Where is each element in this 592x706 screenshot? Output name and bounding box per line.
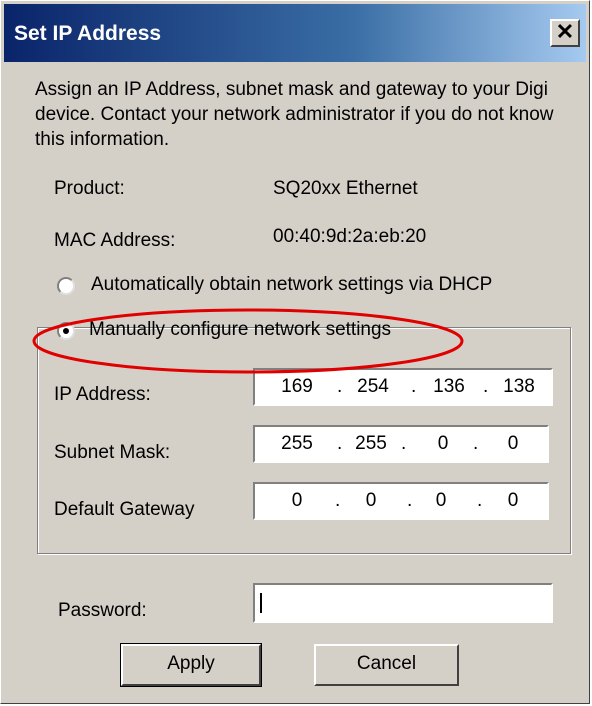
subnet-octet-2[interactable]: 255 (349, 433, 393, 455)
ip-address-label: IP Address: (54, 384, 151, 405)
ip-octet-1[interactable]: 169 (275, 376, 319, 398)
subnet-octet-1[interactable]: 255 (275, 433, 319, 455)
gateway-separator: . (407, 490, 413, 511)
gateway-octet-4[interactable]: 0 (491, 490, 535, 512)
manual-radio[interactable] (57, 322, 75, 340)
dhcp-radio-label[interactable]: Automatically obtain network settings vi… (91, 274, 492, 296)
close-icon[interactable]: ✕ (550, 19, 580, 47)
gateway-separator: . (477, 490, 483, 511)
apply-button[interactable]: Apply (120, 643, 262, 687)
title-bar[interactable]: Set IP Address ✕ (4, 4, 586, 62)
subnet-separator: . (401, 433, 407, 454)
cancel-button[interactable]: Cancel (314, 644, 459, 686)
mac-address-label: MAC Address: (54, 230, 176, 251)
radio-selected-dot (63, 328, 69, 334)
gateway-octet-3[interactable]: 0 (419, 490, 463, 512)
mac-address-value: 00:40:9d:2a:eb:20 (273, 226, 427, 247)
password-input[interactable] (253, 583, 553, 623)
subnet-separator: . (473, 433, 479, 454)
ip-address-field[interactable]: 169 . 254 . 136 . 138 (253, 368, 553, 406)
subnet-mask-label: Subnet Mask: (54, 442, 171, 463)
subnet-separator: . (337, 433, 343, 454)
subnet-octet-3[interactable]: 0 (421, 433, 465, 455)
default-gateway-field[interactable]: 0 . 0 . 0 . 0 (253, 482, 549, 520)
set-ip-dialog: Set IP Address ✕ Assign an IP Address, s… (0, 0, 590, 704)
instructions-text: Assign an IP Address, subnet mask and ga… (35, 79, 554, 150)
gateway-octet-1[interactable]: 0 (275, 490, 319, 512)
subnet-mask-field[interactable]: 255 . 255 . 0 . 0 (253, 425, 549, 463)
password-label: Password: (58, 600, 147, 621)
default-gateway-label: Default Gateway (54, 499, 195, 520)
ip-separator: . (337, 376, 343, 397)
ip-octet-3[interactable]: 136 (427, 376, 471, 398)
ip-octet-2[interactable]: 254 (351, 376, 395, 398)
manual-radio-legend: Manually configure network settings (51, 317, 391, 343)
ip-octet-4[interactable]: 138 (497, 376, 541, 398)
subnet-octet-4[interactable]: 0 (491, 433, 535, 455)
dhcp-radio[interactable] (57, 277, 75, 295)
text-caret (260, 593, 262, 613)
ip-separator: . (411, 376, 417, 397)
dialog-title: Set IP Address (14, 22, 162, 45)
product-label: Product: (54, 178, 125, 199)
close-glyph: ✕ (555, 19, 575, 44)
gateway-separator: . (335, 490, 341, 511)
manual-radio-label[interactable]: Manually configure network settings (89, 319, 391, 341)
product-value: SQ20xx Ethernet (273, 178, 418, 199)
ip-separator: . (483, 376, 489, 397)
gateway-octet-2[interactable]: 0 (349, 490, 393, 512)
